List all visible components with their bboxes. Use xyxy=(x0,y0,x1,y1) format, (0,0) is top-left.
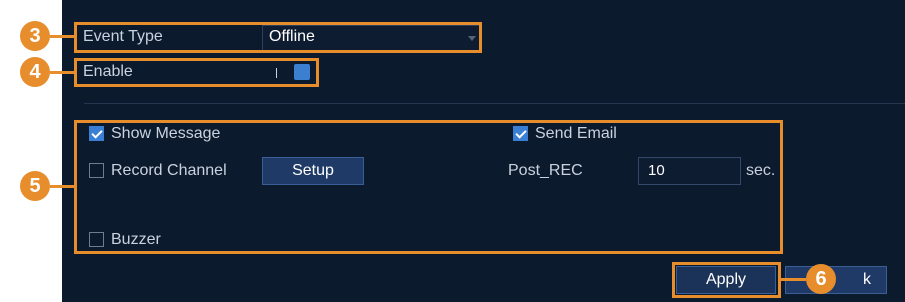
callout-badge-4: 4 xyxy=(20,57,50,87)
section-divider xyxy=(84,103,905,104)
callout-leader-3 xyxy=(50,35,76,38)
callout-frame-options xyxy=(74,120,783,254)
callout-frame-enable xyxy=(74,58,319,87)
callout-badge-3: 3 xyxy=(20,21,50,51)
callout-frame-event-type xyxy=(74,22,482,53)
callout-badge-5: 5 xyxy=(20,171,50,201)
callout-badge-6: 6 xyxy=(806,264,836,294)
callout-leader-6 xyxy=(780,278,806,281)
callout-leader-5 xyxy=(50,185,76,188)
callout-leader-4 xyxy=(50,71,76,74)
callout-frame-apply xyxy=(672,262,781,298)
